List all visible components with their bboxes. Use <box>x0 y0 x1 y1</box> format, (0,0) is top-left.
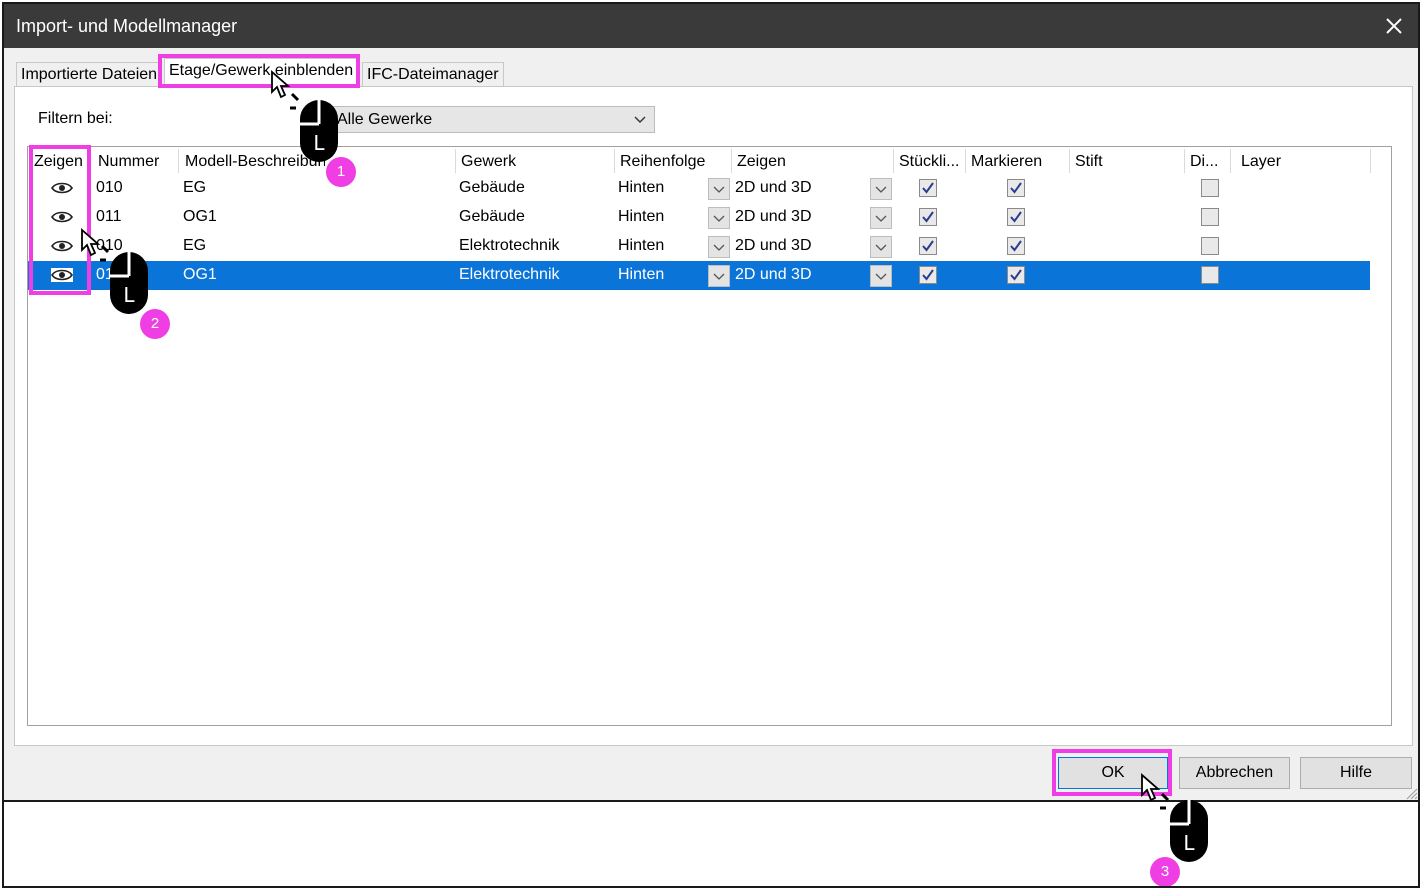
column-header-markieren[interactable]: Markieren <box>971 153 1071 171</box>
checkbox-stueckliste[interactable] <box>919 237 937 255</box>
checkbox-stueckliste[interactable] <box>919 208 937 226</box>
column-header-stueckliste[interactable]: Stückli... <box>899 153 963 171</box>
cursor-icon <box>80 228 102 263</box>
chevron-down-icon[interactable] <box>708 236 730 258</box>
chevron-down-icon <box>634 113 646 125</box>
checkbox-di[interactable] <box>1201 179 1219 197</box>
checkbox-stueckliste[interactable] <box>919 179 937 197</box>
cell-beschreibung: EG <box>183 237 207 254</box>
tab-importierte-dateien[interactable]: Importierte Dateien <box>16 62 163 86</box>
column-header-stift[interactable]: Stift <box>1075 153 1175 171</box>
column-header-zeigen[interactable]: Zeigen <box>34 153 94 171</box>
cell-nummer: 011 <box>96 208 122 225</box>
filter-label: Filtern bei: <box>38 110 113 127</box>
checkbox-di[interactable] <box>1201 266 1219 284</box>
cell-gewerk: Gebäude <box>459 179 525 196</box>
checkbox-markieren[interactable] <box>1007 208 1025 226</box>
close-icon[interactable] <box>1382 14 1406 38</box>
eye-icon[interactable] <box>51 210 73 229</box>
table-row[interactable]: 011 OG1 Elektrotechnik Hinten 2D und 3D <box>28 261 1370 290</box>
chevron-down-icon[interactable] <box>708 265 730 287</box>
checkbox-markieren[interactable] <box>1007 179 1025 197</box>
step-badge-2: 2 <box>140 309 170 339</box>
cell-zeigen[interactable]: 2D und 3D <box>735 266 812 284</box>
column-header-reihenfolge[interactable]: Reihenfolge <box>620 153 730 171</box>
svg-text:L: L <box>313 131 325 155</box>
window-title: Import- und Modellmanager <box>16 16 238 36</box>
eye-icon[interactable] <box>51 239 73 258</box>
cell-gewerk: Elektrotechnik <box>459 266 560 283</box>
chevron-down-icon[interactable] <box>870 207 892 229</box>
cell-gewerk: Elektrotechnik <box>459 237 560 254</box>
table-row[interactable]: 011 OG1 Gebäude Hinten 2D und 3D <box>28 203 1370 232</box>
cell-reihenfolge[interactable]: Hinten <box>618 208 664 226</box>
cell-gewerk: Gebäude <box>459 208 525 225</box>
svg-text:L: L <box>123 283 135 307</box>
cell-zeigen[interactable]: 2D und 3D <box>735 237 812 255</box>
eye-icon[interactable] <box>51 181 73 200</box>
filter-select-value: Alle Gewerke <box>337 111 433 128</box>
data-grid: Zeigen Nummer Modell-Beschreibung Gewerk… <box>27 146 1392 726</box>
tab-etage-gewerk[interactable]: Etage/Gewerk einblenden <box>164 58 359 86</box>
cell-reihenfolge[interactable]: Hinten <box>618 266 664 284</box>
chevron-down-icon[interactable] <box>870 265 892 287</box>
help-button[interactable]: Hilfe <box>1300 757 1412 789</box>
cell-reihenfolge[interactable]: Hinten <box>618 237 664 255</box>
mouse-left-click-icon: L <box>98 242 152 321</box>
cancel-button[interactable]: Abbrechen <box>1179 757 1290 789</box>
cell-beschreibung: OG1 <box>183 208 217 225</box>
cell-beschreibung: OG1 <box>183 266 217 283</box>
mouse-left-click-icon: L <box>288 90 342 169</box>
eye-icon[interactable] <box>51 268 73 287</box>
cell-beschreibung: EG <box>183 179 207 196</box>
chevron-down-icon[interactable] <box>870 178 892 200</box>
step-badge-1: 1 <box>326 157 356 187</box>
title-bar: Import- und Modellmanager <box>4 4 1418 48</box>
table-row[interactable]: 010 EG Elektrotechnik Hinten 2D und 3D <box>28 232 1370 261</box>
chevron-down-icon[interactable] <box>870 236 892 258</box>
column-header-layer[interactable]: Layer <box>1241 153 1341 171</box>
cell-reihenfolge[interactable]: Hinten <box>618 179 664 197</box>
checkbox-markieren[interactable] <box>1007 266 1025 284</box>
column-header-nummer[interactable]: Nummer <box>98 153 178 171</box>
filter-select[interactable]: Alle Gewerke <box>330 106 655 133</box>
cell-zeigen[interactable]: 2D und 3D <box>735 179 812 197</box>
checkbox-di[interactable] <box>1201 208 1219 226</box>
cell-nummer: 010 <box>96 179 123 196</box>
table-row[interactable]: 010 EG Gebäude Hinten 2D und 3D <box>28 174 1370 203</box>
column-header-gewerk[interactable]: Gewerk <box>461 153 611 171</box>
chevron-down-icon[interactable] <box>708 178 730 200</box>
cursor-icon <box>270 70 292 105</box>
cell-zeigen[interactable]: 2D und 3D <box>735 208 812 226</box>
column-header-zeigen-2[interactable]: Zeigen <box>737 153 887 171</box>
column-header-di[interactable]: Di... <box>1190 153 1224 171</box>
checkbox-stueckliste[interactable] <box>919 266 937 284</box>
lower-frame <box>2 802 1420 888</box>
checkbox-di[interactable] <box>1201 237 1219 255</box>
chevron-down-icon[interactable] <box>708 207 730 229</box>
tab-ifc-dateimanager[interactable]: IFC-Dateimanager <box>362 62 504 86</box>
checkbox-markieren[interactable] <box>1007 237 1025 255</box>
